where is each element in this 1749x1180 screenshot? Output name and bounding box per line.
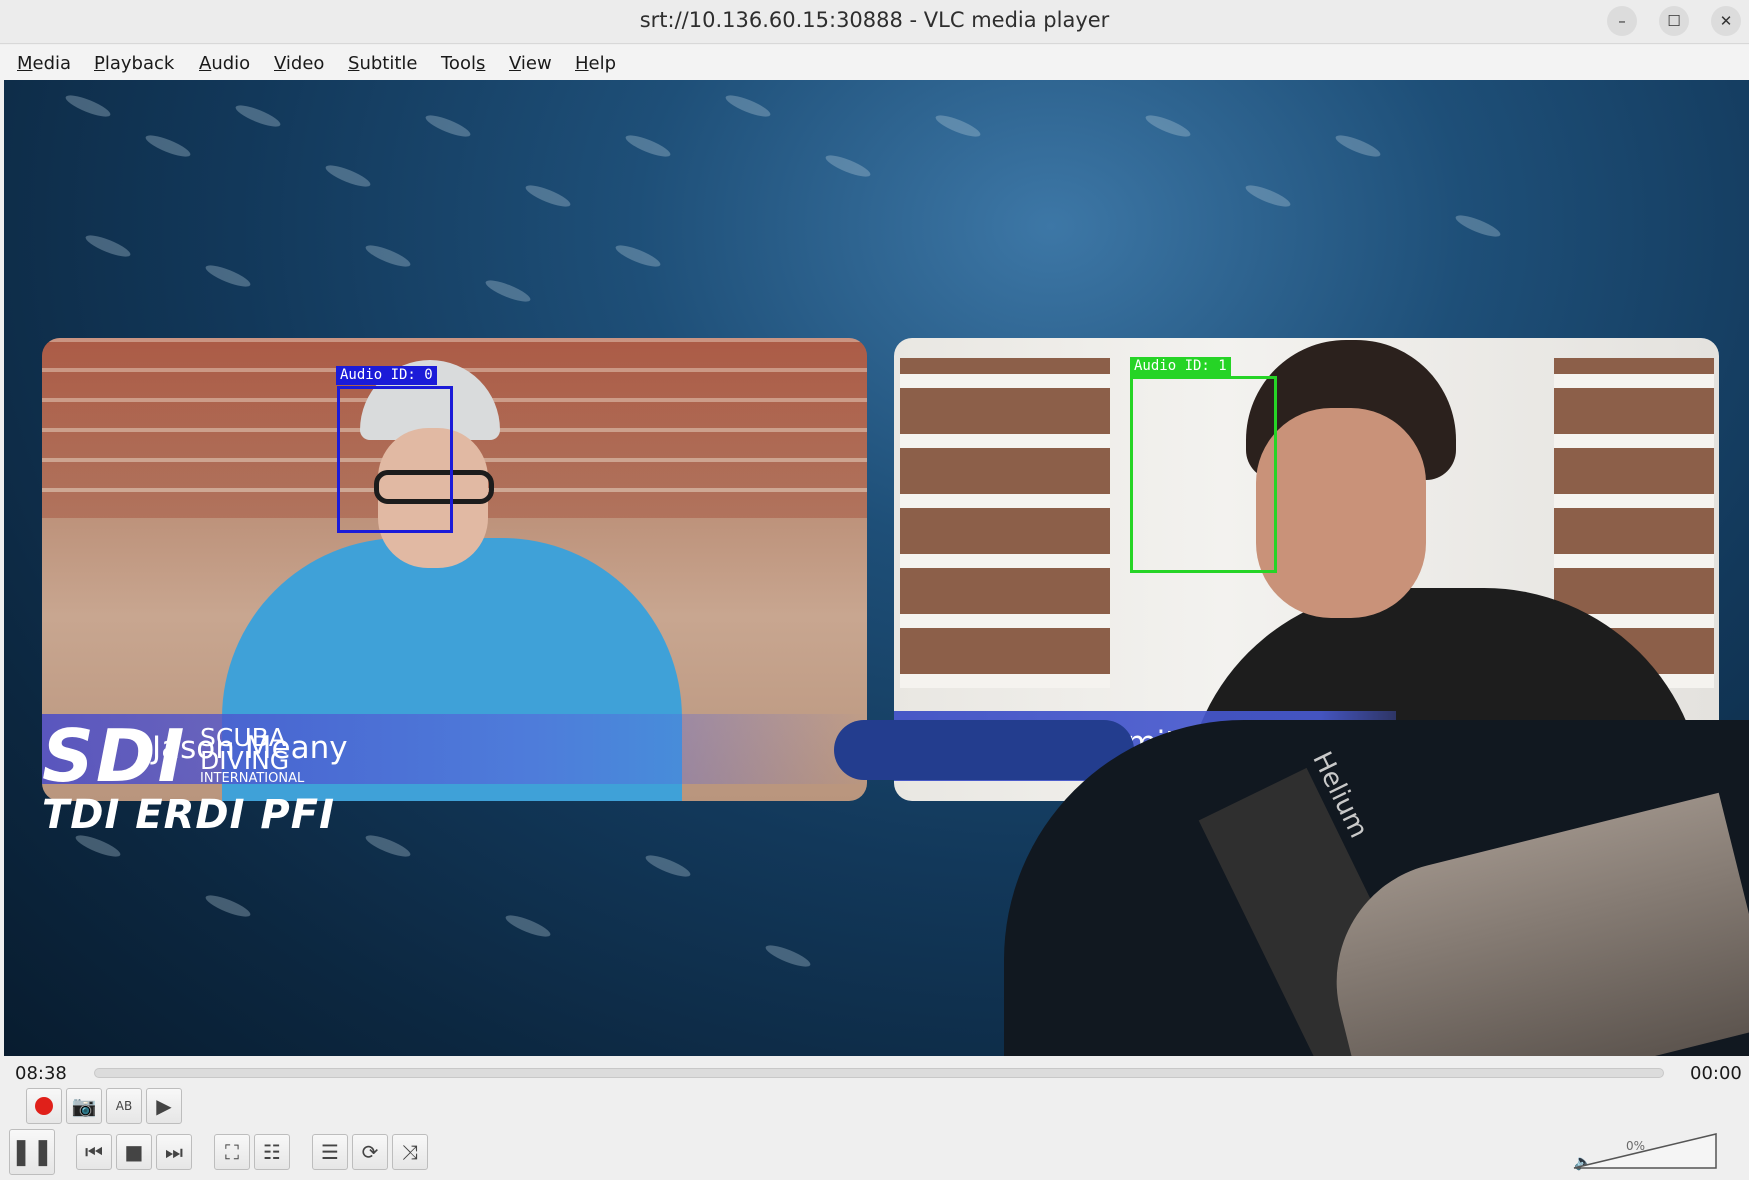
playlist-icon: ☰	[321, 1140, 339, 1164]
face-detection-box-left	[337, 386, 453, 533]
pause-icon: ❚❚	[10, 1137, 54, 1167]
vlc-window: srt://10.136.60.15:30888 - VLC media pla…	[0, 0, 1749, 1180]
pause-button[interactable]: ❚❚	[9, 1129, 55, 1175]
shuffle-button[interactable]: ⤨	[392, 1134, 428, 1170]
maximize-icon: ☐	[1667, 12, 1681, 30]
close-icon: ✕	[1719, 12, 1733, 30]
logo-subtitle: SCUBA DIVING INTERNATIONAL	[200, 723, 305, 786]
seek-slider[interactable]	[94, 1068, 1664, 1078]
loop-ab-icon: AB	[115, 1099, 133, 1113]
menu-media[interactable]: Media	[17, 53, 71, 74]
menu-audio[interactable]: Audio	[199, 53, 250, 74]
total-time[interactable]: 00:00	[1690, 1063, 1742, 1084]
record-button[interactable]	[26, 1088, 62, 1124]
menu-subtitle[interactable]: Subtitle	[348, 53, 417, 74]
diver-arm	[834, 720, 1134, 780]
loop-button[interactable]: ⟳	[352, 1134, 388, 1170]
video-canvas[interactable]: Jason Meany Lewis Smithingham Audio ID: …	[4, 80, 1749, 1056]
frame-by-frame-button[interactable]: ▶	[146, 1088, 182, 1124]
loop-icon: ⟳	[361, 1140, 379, 1164]
seek-row: 08:38 00:00	[0, 1058, 1749, 1088]
close-button[interactable]: ✕	[1711, 6, 1741, 36]
menu-tools[interactable]: Tools	[441, 53, 485, 74]
extended-settings-button[interactable]: ☷	[254, 1134, 290, 1170]
previous-button[interactable]: ⏮	[76, 1134, 112, 1170]
menu-help[interactable]: Help	[575, 53, 616, 74]
volume-label: 0%	[1626, 1139, 1646, 1153]
frame-by-frame-icon: ▶	[156, 1094, 172, 1118]
face-right	[1256, 408, 1426, 618]
window-title: srt://10.136.60.15:30888 - VLC media pla…	[639, 8, 1110, 32]
snapshot-button[interactable]: 📷	[66, 1088, 102, 1124]
fullscreen-icon: ⛶	[225, 1140, 239, 1164]
loop-ab-button[interactable]: AB	[106, 1088, 142, 1124]
sdi-logo: SDI SCUBA DIVING INTERNATIONAL TDI ERDI …	[42, 720, 335, 838]
fullscreen-button[interactable]: ⛶	[214, 1134, 250, 1170]
next-button[interactable]: ⏭	[156, 1134, 192, 1170]
bookshelf-left	[900, 358, 1110, 688]
menu-playback[interactable]: Playback	[94, 53, 174, 74]
camera-icon: 📷	[71, 1094, 97, 1118]
next-icon: ⏭	[165, 1140, 183, 1164]
maximize-button[interactable]: ☐	[1659, 6, 1689, 36]
minimize-button[interactable]: –	[1607, 6, 1637, 36]
playlist-button[interactable]: ☰	[312, 1134, 348, 1170]
record-icon	[35, 1097, 53, 1115]
menu-view[interactable]: View	[509, 53, 552, 74]
previous-icon: ⏮	[85, 1140, 103, 1164]
face-detection-box-right	[1130, 376, 1277, 573]
audio-id-tag-right: Audio ID: 1	[1130, 357, 1231, 376]
minimize-icon: –	[1618, 12, 1626, 30]
audio-id-tag-left: Audio ID: 0	[336, 366, 437, 385]
stop-icon: ■	[124, 1140, 144, 1164]
stop-button[interactable]: ■	[116, 1134, 152, 1170]
title-bar: srt://10.136.60.15:30888 - VLC media pla…	[0, 0, 1749, 44]
menu-bar: Media Playback Audio Video Subtitle Tool…	[0, 45, 1749, 80]
extended-settings-icon: ☷	[263, 1140, 281, 1164]
menu-video[interactable]: Video	[274, 53, 324, 74]
logo-agencies: TDI ERDI PFI	[42, 792, 335, 838]
elapsed-time[interactable]: 08:38	[15, 1063, 67, 1084]
shuffle-icon: ⤨	[402, 1140, 418, 1164]
